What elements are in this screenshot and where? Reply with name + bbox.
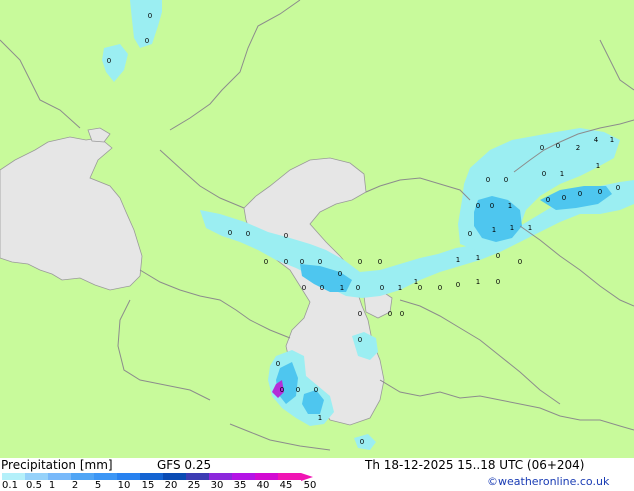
precip-value-label: 0	[358, 258, 362, 266]
precip-value-label: 0	[490, 202, 494, 210]
scale-tick-label: 40	[256, 480, 270, 491]
precip-value-label: 0	[284, 258, 288, 266]
precip-value-label: 1	[340, 284, 344, 292]
precip-value-label: 0	[468, 230, 472, 238]
precip-value-label: 1	[318, 414, 322, 422]
scale-swatch	[94, 473, 117, 480]
scale-swatch	[209, 473, 232, 480]
precip-value-label: 1	[414, 278, 418, 286]
precip-value-label: 0	[456, 281, 460, 289]
precip-value-label: 1	[510, 224, 514, 232]
precip-value-label: 0	[400, 310, 404, 318]
precip-value-label: 0	[107, 57, 111, 65]
scale-swatch	[163, 473, 186, 480]
scale-tick-label: 10	[117, 480, 131, 491]
scale-swatch	[117, 473, 140, 480]
precip-value-label: 0	[360, 438, 364, 446]
scale-swatch	[278, 473, 301, 480]
precip-value-label: 0	[496, 252, 500, 260]
precip-value-label: 0	[264, 258, 268, 266]
precip-value-label: 0	[228, 229, 232, 237]
precip-value-label: 1	[456, 256, 460, 264]
precip-value-label: 0	[476, 202, 480, 210]
precip-value-label: 0	[276, 360, 280, 368]
precip-value-label: 0	[314, 386, 318, 394]
precip-value-label: 0	[380, 284, 384, 292]
precip-value-label: 1	[476, 254, 480, 262]
precip-value-label: 0	[296, 386, 300, 394]
precip-value-label: 0	[358, 310, 362, 318]
scale-tick-label: 45	[279, 480, 293, 491]
precip-value-label: 1	[492, 226, 496, 234]
scale-tick-label: 35	[233, 480, 247, 491]
scale-tick-label: 25	[187, 480, 201, 491]
scale-swatch	[140, 473, 163, 480]
legend-title: Precipitation [mm]	[1, 458, 113, 472]
precip-value-label: 1	[610, 136, 614, 144]
scale-swatch	[232, 473, 255, 480]
scale-tick-label: 2	[71, 480, 79, 491]
precip-value-label: 0	[438, 284, 442, 292]
precip-value-label: 0	[148, 12, 152, 20]
precip-value-label: 0	[356, 284, 360, 292]
scale-swatch	[2, 473, 25, 480]
color-scale	[2, 472, 313, 481]
scale-swatch	[48, 473, 71, 480]
precip-value-label: 0	[318, 258, 322, 266]
precip-value-label: 0	[504, 176, 508, 184]
precip-value-label: 0	[388, 310, 392, 318]
precip-value-label: 0	[518, 258, 522, 266]
precip-value-label: 0	[496, 278, 500, 286]
precip-value-label: 0	[578, 190, 582, 198]
precip-value-label: 1	[596, 162, 600, 170]
scale-tick-label: 50	[303, 480, 317, 491]
scale-tick-label: 1	[48, 480, 56, 491]
precip-value-label: 0	[378, 258, 382, 266]
precip-value-label: 0	[598, 188, 602, 196]
precip-value-label: 0	[616, 184, 620, 192]
precip-value-label: 0	[300, 258, 304, 266]
precip-value-label: 1	[560, 170, 564, 178]
precip-value-label: 0	[280, 386, 284, 394]
precip-value-label: 0	[320, 284, 324, 292]
scale-tick-label: 0.5	[26, 480, 42, 491]
scale-tick-label: 5	[94, 480, 102, 491]
precip-value-label: 0	[546, 196, 550, 204]
scale-tick-label: 15	[141, 480, 155, 491]
precip-value-label: 4	[594, 136, 599, 144]
precip-value-label: 0	[284, 232, 288, 240]
precipitation-map: 0 0 0 0 0 0 0 0 0 0 0 1 0 0 1 0 0 0 1 0 1 1 0 1 0 0 0 0 0 0 0 0 1 0 0 0 0 1 0 1…	[0, 0, 634, 458]
model-name: GFS 0.25	[157, 458, 212, 472]
scale-swatch	[255, 473, 278, 480]
precip-value-label: 1	[398, 284, 402, 292]
precip-value-label: 0	[358, 336, 362, 344]
precip-value-label: 0	[540, 144, 544, 152]
scale-swatch	[186, 473, 209, 480]
precip-value-label: 0	[302, 284, 306, 292]
precip-value-label: 0	[542, 170, 546, 178]
precip-value-label: 1	[528, 224, 532, 232]
precip-value-label: 1	[508, 202, 512, 210]
legend-bar: Precipitation [mm] GFS 0.25 Th 18-12-202…	[0, 458, 634, 491]
forecast-datetime: Th 18-12-2025 15..18 UTC (06+204)	[365, 458, 585, 472]
precip-value-label: 1	[476, 278, 480, 286]
scale-tick-label: 0.1	[2, 480, 18, 491]
precip-value-label: 0	[246, 230, 250, 238]
scale-swatch	[71, 473, 94, 480]
precip-value-label: 0	[562, 194, 566, 202]
precip-value-label: 0	[145, 37, 149, 45]
credit-link[interactable]: ©weatheronline.co.uk	[487, 475, 609, 488]
precip-value-label: 0	[338, 270, 342, 278]
scale-swatch	[25, 473, 48, 480]
scale-tick-label: 30	[210, 480, 224, 491]
precip-value-label: 0	[418, 284, 422, 292]
scale-tick-label: 20	[164, 480, 178, 491]
precip-value-label: 0	[556, 142, 560, 150]
precip-value-label: 0	[486, 176, 490, 184]
precip-value-label: 2	[576, 144, 580, 152]
